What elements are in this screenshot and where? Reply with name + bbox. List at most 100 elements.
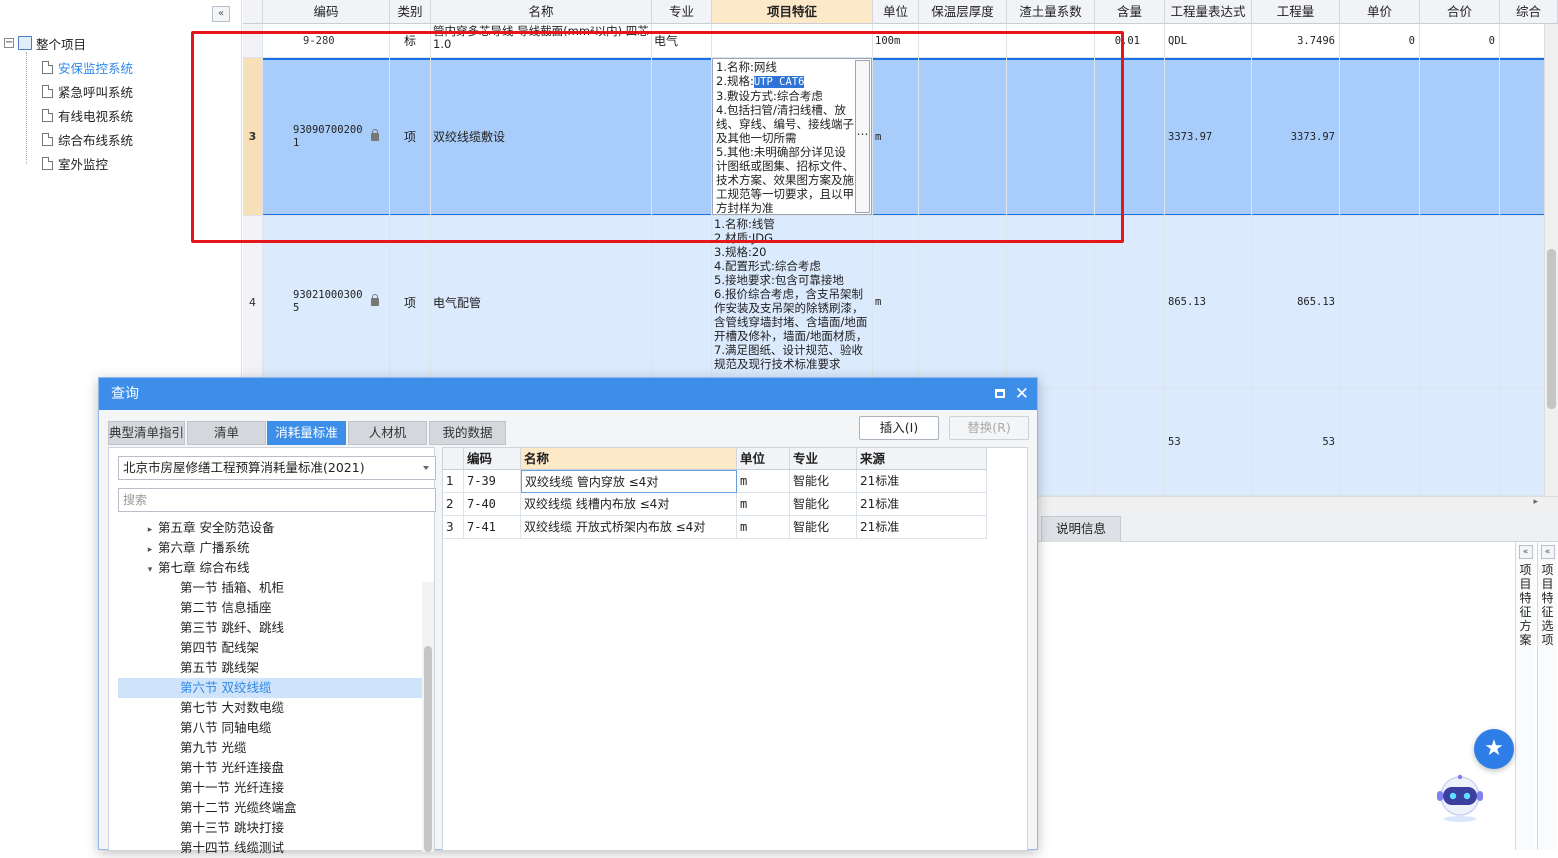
total-cell[interactable] (1420, 389, 1500, 496)
collapsed-arrow-icon[interactable]: ▸ (142, 520, 158, 540)
tree-item[interactable]: 紧急呼叫系统 (42, 82, 133, 100)
code-cell[interactable]: 9-280 (263, 24, 390, 58)
feature-editor-text[interactable]: 1.名称:网线 2.规格:UTP CAT6 3.敷设方式:综合考虑 4.包括扫管… (716, 60, 854, 215)
tree-section-item[interactable]: 第十四节 线缆测试 (118, 838, 423, 858)
tab-my-data[interactable]: 我的数据 (429, 421, 506, 445)
code-cell[interactable]: 930210003005 (263, 216, 390, 389)
type-cell[interactable]: 项 (390, 216, 431, 389)
tree-root[interactable]: − 整个项目 (4, 34, 86, 52)
tab-labor-material-machine[interactable]: 人材机 (348, 421, 427, 445)
name-cell[interactable]: 双绞线缆敷设 (431, 58, 652, 216)
col-header-unit[interactable]: 单位 (873, 0, 919, 24)
content-cell[interactable]: 0.01 (1095, 24, 1165, 58)
major-cell[interactable] (652, 58, 712, 216)
table-row-selected[interactable]: 3 930907002001 项 双绞线缆敷设 m 3373.97 3373.9… (243, 58, 1558, 216)
col-header-content[interactable]: 含量 (1095, 0, 1165, 24)
col-header-code[interactable]: 编码 (464, 448, 521, 470)
tab-bill-list[interactable]: 清单 (187, 421, 266, 445)
tree-section-item[interactable]: 第十二节 光缆终端盒 (118, 798, 423, 818)
quota-name[interactable]: 双绞线缆 开放式桥架内布放 ≤4对 (521, 516, 737, 539)
price-cell[interactable]: 0 (1340, 24, 1420, 58)
assistant-robot-icon[interactable] (1433, 774, 1487, 824)
unit-cell[interactable]: 100m (873, 24, 919, 58)
quantity-cell[interactable]: 865.13 (1252, 216, 1340, 389)
col-header-unit[interactable]: 单位 (737, 448, 790, 470)
favorite-star-icon[interactable]: ★ (1474, 729, 1514, 769)
grid-vertical-scrollbar[interactable] (1544, 24, 1558, 496)
standard-select[interactable]: 北京市房屋修缮工程预算消耗量标准(2021) (118, 456, 436, 480)
major-cell[interactable]: 电气 (652, 24, 712, 58)
quota-unit[interactable]: m (737, 516, 790, 539)
expression-cell[interactable]: 53 (1165, 389, 1252, 496)
close-icon[interactable]: ✕ (1015, 382, 1029, 406)
scroll-right-arrow-icon[interactable]: ▸ (1533, 497, 1538, 507)
total-cell[interactable]: 0 (1420, 24, 1500, 58)
insert-button[interactable]: 插入(I) (859, 416, 939, 440)
type-cell[interactable]: 项 (390, 58, 431, 216)
tree-section-item[interactable]: 第八节 同轴电缆 (118, 718, 423, 738)
soil-coef-cell[interactable] (1007, 58, 1095, 216)
maximize-icon[interactable] (995, 389, 1005, 398)
quota-source[interactable]: 21标准 (857, 493, 987, 516)
quantity-cell[interactable]: 3373.97 (1252, 58, 1340, 216)
collapse-toggle-icon[interactable]: − (4, 38, 14, 48)
row-index[interactable]: 3 (443, 516, 464, 539)
total-cell[interactable] (1420, 216, 1500, 389)
tab-consumption-standard[interactable]: 消耗量标准 (267, 421, 346, 445)
tab-description[interactable]: 说明信息 (1041, 516, 1121, 542)
feature-editor[interactable]: 1.名称:网线 2.规格:UTP CAT6 3.敷设方式:综合考虑 4.包括扫管… (712, 58, 872, 215)
tree-item[interactable]: 综合布线系统 (42, 130, 133, 148)
total-cell[interactable] (1420, 58, 1500, 216)
col-header-price[interactable]: 单价 (1340, 0, 1420, 24)
feature-scheme-sidebar[interactable]: « 项目特征方案 (1515, 542, 1535, 850)
tree-section-item[interactable]: 第五节 跳线架 (118, 658, 423, 678)
replace-button[interactable]: 替换(R) (949, 416, 1029, 440)
insulation-cell[interactable] (919, 216, 1007, 389)
tree-section-item[interactable]: 第七节 大对数电缆 (118, 698, 423, 718)
price-cell[interactable] (1340, 58, 1420, 216)
quota-unit[interactable]: m (737, 470, 790, 493)
unit-cell[interactable]: m (873, 216, 919, 389)
col-header-soil-coef[interactable]: 渣土量系数 (1007, 0, 1095, 24)
tree-item[interactable]: 室外监控 (42, 154, 108, 172)
scrollbar-thumb[interactable] (424, 646, 432, 852)
tree-section-item[interactable]: 第十三节 跳块打接 (118, 818, 423, 838)
code-cell[interactable]: 930907002001 (263, 58, 390, 216)
col-header-total[interactable]: 合价 (1420, 0, 1500, 24)
col-header-composite[interactable]: 综合 (1500, 0, 1558, 24)
row-index[interactable]: 1 (443, 470, 464, 493)
tree-section-item[interactable]: 第二节 信息插座 (118, 598, 423, 618)
quota-unit[interactable]: m (737, 493, 790, 516)
quota-code[interactable]: 7-41 (464, 516, 521, 539)
scrollbar-thumb[interactable] (1547, 249, 1556, 409)
col-header-type[interactable]: 类别 (390, 0, 431, 24)
collapsed-arrow-icon[interactable]: ▸ (142, 540, 158, 560)
feature-cell[interactable] (712, 24, 873, 58)
tree-section-item[interactable]: 第四节 配线架 (118, 638, 423, 658)
table-row[interactable]: 4 930210003005 项 电气配管 1.名称:线管 2.材质:JDG 3… (243, 216, 1558, 389)
col-header-expression[interactable]: 工程量表达式 (1165, 0, 1252, 24)
quantity-cell[interactable]: 3.7496 (1252, 24, 1340, 58)
unit-cell[interactable]: m (873, 58, 919, 216)
col-header-insulation[interactable]: 保温层厚度 (919, 0, 1007, 24)
grid-horizontal-scrollbar[interactable]: ▸ (1037, 496, 1558, 510)
price-cell[interactable] (1340, 389, 1420, 496)
tab-typical-list-guide[interactable]: 典型清单指引 (108, 421, 185, 445)
tree-item[interactable]: 安保监控系统 (42, 58, 133, 76)
tree-chapter-item[interactable]: ▾ 第七章 综合布线 (118, 558, 423, 578)
tree-section-item[interactable]: 第六节 双绞线缆 (118, 678, 423, 698)
dialog-titlebar[interactable]: 查询 (99, 378, 1037, 410)
quota-code[interactable]: 7-40 (464, 493, 521, 516)
expression-cell[interactable]: QDL (1165, 24, 1252, 58)
row-index[interactable]: 2 (443, 493, 464, 516)
content-cell[interactable] (1095, 58, 1165, 216)
feature-edit-ellipsis-button[interactable]: ⋯ (855, 60, 870, 213)
col-header-source[interactable]: 来源 (857, 448, 987, 470)
quota-major[interactable]: 智能化 (790, 516, 857, 539)
content-cell[interactable] (1095, 216, 1165, 389)
table-row[interactable]: 9-280 标 管内穿多芯导线 导线截面(mm²以内) 四芯 1.0 电气 10… (243, 24, 1558, 58)
tree-item[interactable]: 有线电视系统 (42, 106, 133, 124)
major-cell[interactable] (652, 216, 712, 389)
price-cell[interactable] (1340, 216, 1420, 389)
tree-section-item[interactable]: 第九节 光缆 (118, 738, 423, 758)
